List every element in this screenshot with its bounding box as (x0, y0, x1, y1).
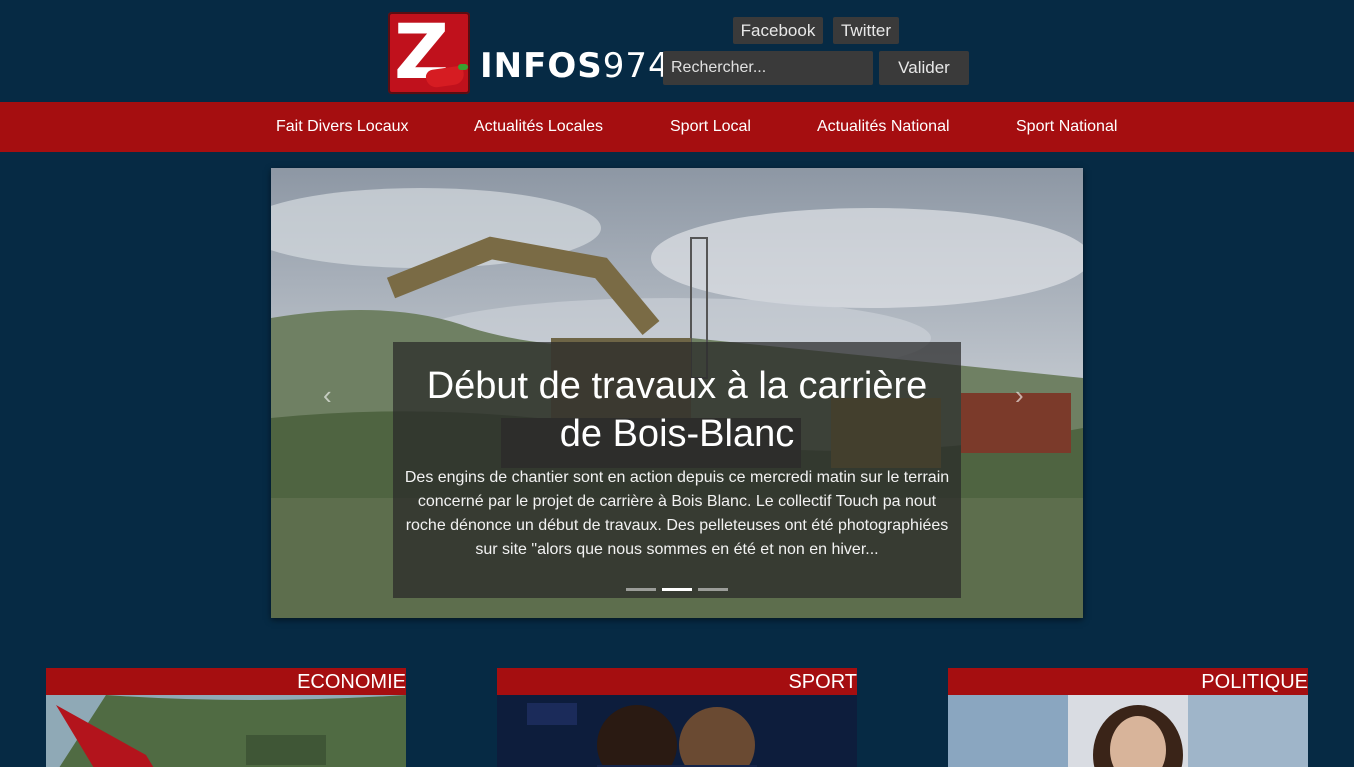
category-image[interactable] (497, 695, 857, 767)
main-nav: Fait Divers Locaux Actualités Locales Sp… (0, 102, 1354, 152)
pepper-stem (458, 64, 468, 70)
carousel-excerpt: Des engins de chantier sont en action de… (404, 469, 950, 558)
search-submit-button[interactable]: Valider (879, 51, 969, 85)
carousel-caption[interactable]: Début de travaux à la carrière de Bois-B… (393, 342, 961, 598)
category-politique[interactable]: POLITIQUE (948, 668, 1308, 767)
carousel-prev-arrow[interactable]: ‹ (323, 380, 332, 411)
logo-icon[interactable]: Z (388, 12, 470, 94)
twitter-button[interactable]: Twitter (833, 17, 899, 44)
site-logo-text[interactable]: INFOS974 (480, 46, 671, 86)
nav-sport-national[interactable]: Sport National (1016, 102, 1117, 152)
featured-carousel[interactable]: ‹ › Début de travaux à la carrière de Bo… (271, 168, 1083, 618)
search-input[interactable] (663, 51, 873, 85)
category-sport[interactable]: SPORT (497, 668, 857, 767)
category-image[interactable] (948, 695, 1308, 767)
logo-text-bold: INFOS (480, 46, 603, 86)
category-economie[interactable]: ECONOMIE (46, 668, 406, 767)
category-heading[interactable]: SPORT (497, 668, 857, 695)
carousel-indicator-1[interactable] (626, 588, 656, 591)
nav-actualites-locales[interactable]: Actualités Locales (474, 102, 603, 152)
site-header: Z INFOS974 Facebook Twitter Valider (0, 0, 1354, 102)
category-heading[interactable]: POLITIQUE (948, 668, 1308, 695)
category-image[interactable] (46, 695, 406, 767)
category-heading[interactable]: ECONOMIE (46, 668, 406, 695)
nav-fait-divers-locaux[interactable]: Fait Divers Locaux (276, 102, 409, 152)
nav-actualites-national[interactable]: Actualités National (817, 102, 950, 152)
nav-sport-local[interactable]: Sport Local (670, 102, 751, 152)
carousel-indicator-2[interactable] (662, 588, 692, 591)
carousel-title[interactable]: Début de travaux à la carrière de Bois-B… (393, 362, 961, 458)
facebook-button[interactable]: Facebook (733, 17, 823, 44)
carousel-next-arrow[interactable]: › (1015, 380, 1024, 411)
logo-text-number: 974 (602, 46, 671, 86)
carousel-indicator-3[interactable] (698, 588, 728, 591)
